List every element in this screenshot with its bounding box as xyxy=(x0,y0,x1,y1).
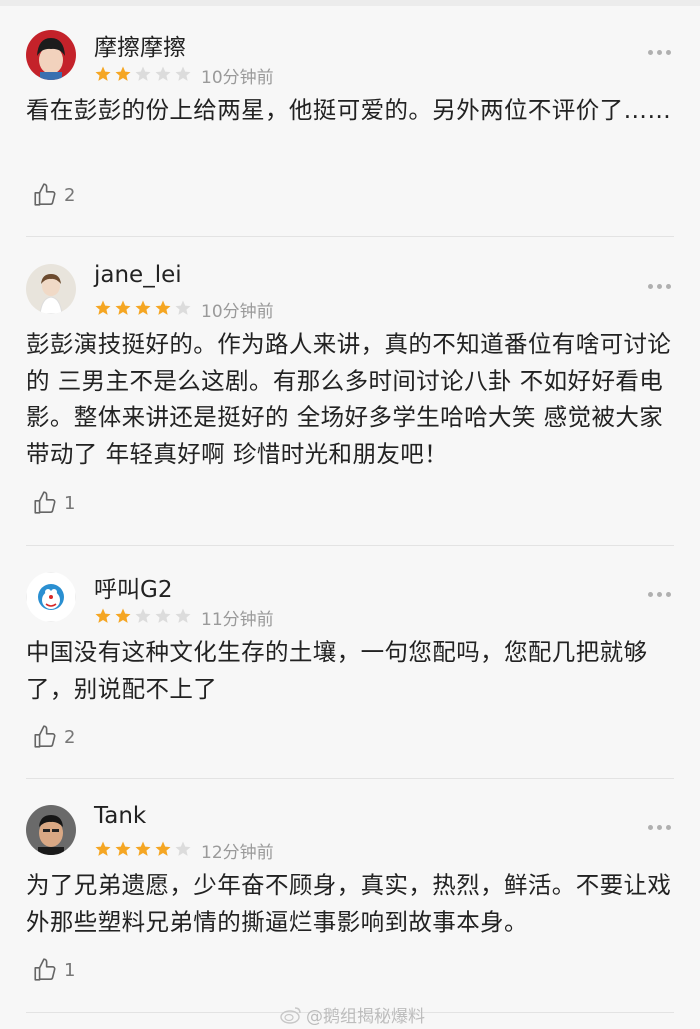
avatar[interactable] xyxy=(26,572,76,622)
review-text: 看在彭彭的份上给两星，他挺可爱的。另外两位不评价了…… xyxy=(26,96,672,124)
divider xyxy=(26,778,674,779)
star-filled-icon xyxy=(115,841,131,856)
star-empty-icon xyxy=(155,608,171,623)
like-button[interactable]: 2 xyxy=(32,724,75,750)
username[interactable]: 呼叫G2 xyxy=(94,570,172,604)
timestamp: 10分钟前 xyxy=(201,68,274,88)
thumbs-up-icon xyxy=(34,491,56,514)
timestamp: 10分钟前 xyxy=(201,302,274,322)
star-filled-icon xyxy=(135,841,151,856)
like-button[interactable]: 1 xyxy=(32,957,75,983)
review-text: 中国没有这种文化生存的土壤，一句您配吗，您配几把就够了，别说配不上了 xyxy=(26,638,648,703)
like-button[interactable]: 2 xyxy=(32,182,75,208)
like-count: 1 xyxy=(64,492,76,514)
star-rating xyxy=(94,840,192,858)
star-filled-icon xyxy=(115,608,131,623)
star-empty-icon xyxy=(175,841,191,856)
star-empty-icon xyxy=(135,66,151,81)
timestamp: 12分钟前 xyxy=(201,843,274,863)
review-text: 为了兄弟遗愿，少年奋不顾身，真实，热烈，鲜活。不要让戏外那些塑料兄弟情的撕逼烂事… xyxy=(26,871,672,936)
divider xyxy=(26,236,674,237)
star-filled-icon xyxy=(155,841,171,856)
more-options-icon[interactable] xyxy=(648,284,671,289)
star-empty-icon xyxy=(175,300,191,315)
watermark: @鹅组揭秘爆料 xyxy=(280,1002,425,1027)
star-rating xyxy=(94,299,192,317)
more-options-icon[interactable] xyxy=(648,592,671,597)
star-filled-icon xyxy=(115,300,131,315)
username[interactable]: jane_lei xyxy=(94,262,182,288)
divider xyxy=(26,545,674,546)
avatar[interactable] xyxy=(26,805,76,855)
star-filled-icon xyxy=(95,66,111,81)
username[interactable]: 摩擦摩擦 xyxy=(94,28,186,62)
thumbs-up-icon xyxy=(34,725,56,748)
star-empty-icon xyxy=(175,66,191,81)
timestamp: 11分钟前 xyxy=(201,610,274,630)
avatar[interactable] xyxy=(26,264,76,314)
star-filled-icon xyxy=(155,300,171,315)
star-empty-icon xyxy=(135,608,151,623)
star-filled-icon xyxy=(115,66,131,81)
thumbs-up-icon xyxy=(34,958,56,981)
star-rating xyxy=(94,607,192,625)
avatar[interactable] xyxy=(26,30,76,80)
star-empty-icon xyxy=(175,608,191,623)
star-empty-icon xyxy=(155,66,171,81)
star-rating xyxy=(94,65,192,83)
like-button[interactable]: 1 xyxy=(32,490,75,516)
more-options-icon[interactable] xyxy=(648,825,671,830)
more-options-icon[interactable] xyxy=(648,50,671,55)
review-text: 彭彭演技挺好的。作为路人来讲，真的不知道番位有啥可讨论的 三男主不是么这剧。有那… xyxy=(26,330,672,468)
top-border xyxy=(0,0,700,6)
like-count: 2 xyxy=(64,726,76,748)
thumbs-up-icon xyxy=(34,183,56,206)
star-filled-icon xyxy=(95,608,111,623)
username[interactable]: Tank xyxy=(94,803,146,829)
like-count: 1 xyxy=(64,959,76,981)
like-count: 2 xyxy=(64,184,76,206)
star-filled-icon xyxy=(135,300,151,315)
weibo-logo-icon xyxy=(280,1006,301,1024)
star-filled-icon xyxy=(95,841,111,856)
watermark-text: @鹅组揭秘爆料 xyxy=(306,1007,425,1027)
star-filled-icon xyxy=(95,300,111,315)
